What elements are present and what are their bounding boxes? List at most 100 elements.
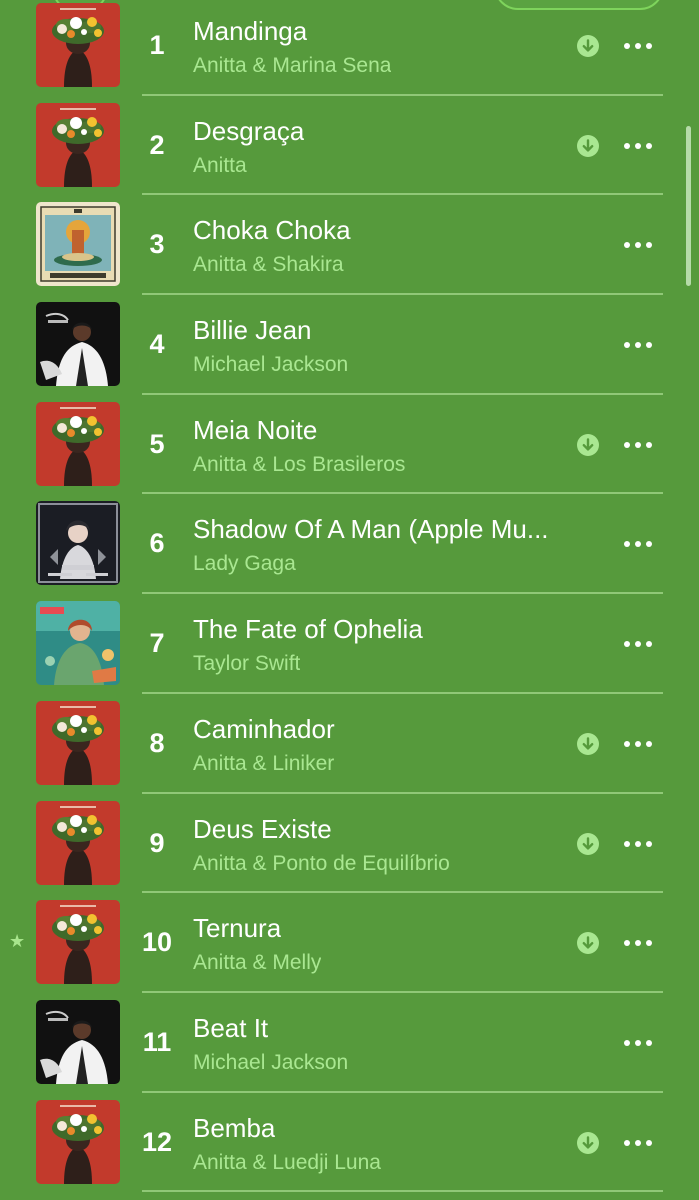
track-rank: 3 (149, 229, 165, 260)
more-button[interactable] (620, 630, 656, 658)
album-artwork[interactable] (36, 401, 120, 486)
track-row-1[interactable]: 1 Mandinga Anitta & Marina Sena (0, 0, 699, 96)
download-icon (576, 34, 600, 58)
download-icon (576, 1131, 600, 1155)
track-artist: Anitta & Melly (193, 951, 322, 975)
album-artwork[interactable] (36, 700, 120, 785)
album-artwork[interactable] (36, 202, 120, 287)
anitta-album-art (36, 401, 120, 486)
anitta-album-art (36, 1099, 120, 1184)
track-title: Shadow Of A Man (Apple Mu... (193, 514, 549, 545)
more-ellipsis-icon (624, 1139, 652, 1146)
track-row-4[interactable]: 4 Billie Jean Michael Jackson (0, 295, 699, 395)
scrollbar[interactable] (686, 126, 691, 286)
track-rank: 5 (149, 428, 165, 459)
more-ellipsis-icon (624, 541, 652, 548)
track-title: Beat It (193, 1012, 269, 1043)
more-button[interactable] (620, 431, 656, 459)
row-divider (142, 1190, 663, 1193)
showgirl-album-art (36, 601, 120, 686)
album-artwork[interactable] (36, 999, 120, 1084)
download-icon (576, 832, 600, 856)
more-button[interactable] (620, 32, 656, 60)
album-artwork[interactable] (36, 900, 120, 985)
track-rank: 1 (149, 30, 165, 60)
track-artist: Taylor Swift (193, 652, 301, 676)
track-title: Caminhador (193, 713, 335, 744)
track-rank: 6 (149, 528, 165, 559)
more-ellipsis-icon (624, 740, 652, 747)
more-button[interactable] (620, 929, 656, 957)
album-artwork[interactable] (36, 501, 120, 586)
anitta-album-art (36, 3, 120, 87)
track-title: The Fate of Ophelia (193, 614, 423, 645)
more-button[interactable] (620, 231, 656, 259)
track-rank: 11 (142, 1026, 172, 1057)
track-row-12[interactable]: 12 Bemba Anitta & Luedji Luna (0, 1093, 699, 1193)
star-icon: ★ (9, 931, 26, 952)
album-artwork[interactable] (36, 1099, 120, 1184)
more-ellipsis-icon (624, 242, 652, 249)
track-artist: Anitta & Luedji Luna (193, 1150, 381, 1174)
track-row-9[interactable]: 9 Deus Existe Anitta & Ponto de Equilíbr… (0, 794, 699, 894)
track-row-8[interactable]: 8 Caminhador Anitta & Liniker (0, 694, 699, 794)
anitta-album-art (36, 700, 120, 785)
album-artwork[interactable] (36, 102, 120, 187)
track-artist: Anitta (193, 153, 247, 177)
album-artwork[interactable] (36, 800, 120, 885)
more-ellipsis-icon (624, 641, 652, 648)
more-button[interactable] (620, 1129, 656, 1157)
track-title: Mandinga (193, 16, 308, 46)
download-icon (576, 732, 600, 756)
more-ellipsis-icon (624, 940, 652, 947)
track-row-2[interactable]: 2 Desgraça Anitta (0, 96, 699, 196)
more-ellipsis-icon (624, 840, 652, 847)
track-title: Meia Noite (193, 414, 318, 445)
anitta-album-art (36, 800, 120, 885)
thriller-album-art (36, 999, 120, 1084)
more-button[interactable] (620, 132, 656, 160)
track-title: Billie Jean (193, 315, 312, 346)
track-artist: Anitta & Marina Sena (193, 54, 392, 77)
track-artist: Anitta & Liniker (193, 751, 335, 775)
track-row-11[interactable]: 11 Beat It Michael Jackson (0, 993, 699, 1093)
track-artist: Anitta & Los Brasileros (193, 452, 406, 476)
thriller-album-art (36, 302, 120, 387)
download-icon (576, 433, 600, 457)
track-artist: Michael Jackson (193, 1050, 349, 1074)
choka-choka-album-art (36, 202, 120, 287)
more-ellipsis-icon (624, 43, 652, 49)
track-title: Choka Choka (193, 215, 351, 246)
anitta-album-art (36, 102, 120, 187)
more-button[interactable] (620, 530, 656, 558)
more-ellipsis-icon (624, 342, 652, 349)
more-button[interactable] (620, 1029, 656, 1057)
track-rank: 7 (149, 628, 165, 659)
track-rank: 10 (141, 927, 173, 958)
download-icon (576, 134, 600, 158)
track-title: Deus Existe (193, 813, 332, 844)
track-artist: Michael Jackson (193, 353, 349, 377)
track-row-6[interactable]: 6 Shadow Of A Man (Apple Mu... Lady Gaga (0, 494, 699, 595)
more-button[interactable] (620, 331, 656, 359)
track-row-5[interactable]: 5 Meia Noite Anitta & Los Brasileros (0, 395, 699, 495)
track-row-7[interactable]: 7 The Fate of Ophelia Taylor Swift (0, 594, 699, 694)
more-ellipsis-icon (624, 441, 652, 448)
track-rank: 9 (149, 827, 165, 858)
track-rank: 2 (149, 129, 165, 160)
track-title: Desgraça (193, 115, 305, 146)
track-artist: Lady Gaga (193, 552, 296, 576)
track-artist: Anitta & Ponto de Equilíbrio (193, 851, 450, 875)
track-rank: 12 (141, 1126, 173, 1157)
more-button[interactable] (620, 730, 656, 758)
album-artwork[interactable] (36, 3, 120, 87)
more-button[interactable] (620, 830, 656, 858)
track-artist: Anitta & Shakira (193, 253, 344, 277)
album-artwork[interactable] (36, 302, 120, 387)
album-artwork[interactable] (36, 601, 120, 686)
track-title: Ternura (193, 913, 282, 944)
track-row-3[interactable]: 3 Choka Choka Anitta & Shakira (0, 195, 699, 296)
track-row-10[interactable]: ★ 10 Ternura Anitta & Melly (0, 893, 699, 993)
track-rank: 8 (149, 727, 165, 758)
harlequin-album-art (36, 501, 120, 586)
